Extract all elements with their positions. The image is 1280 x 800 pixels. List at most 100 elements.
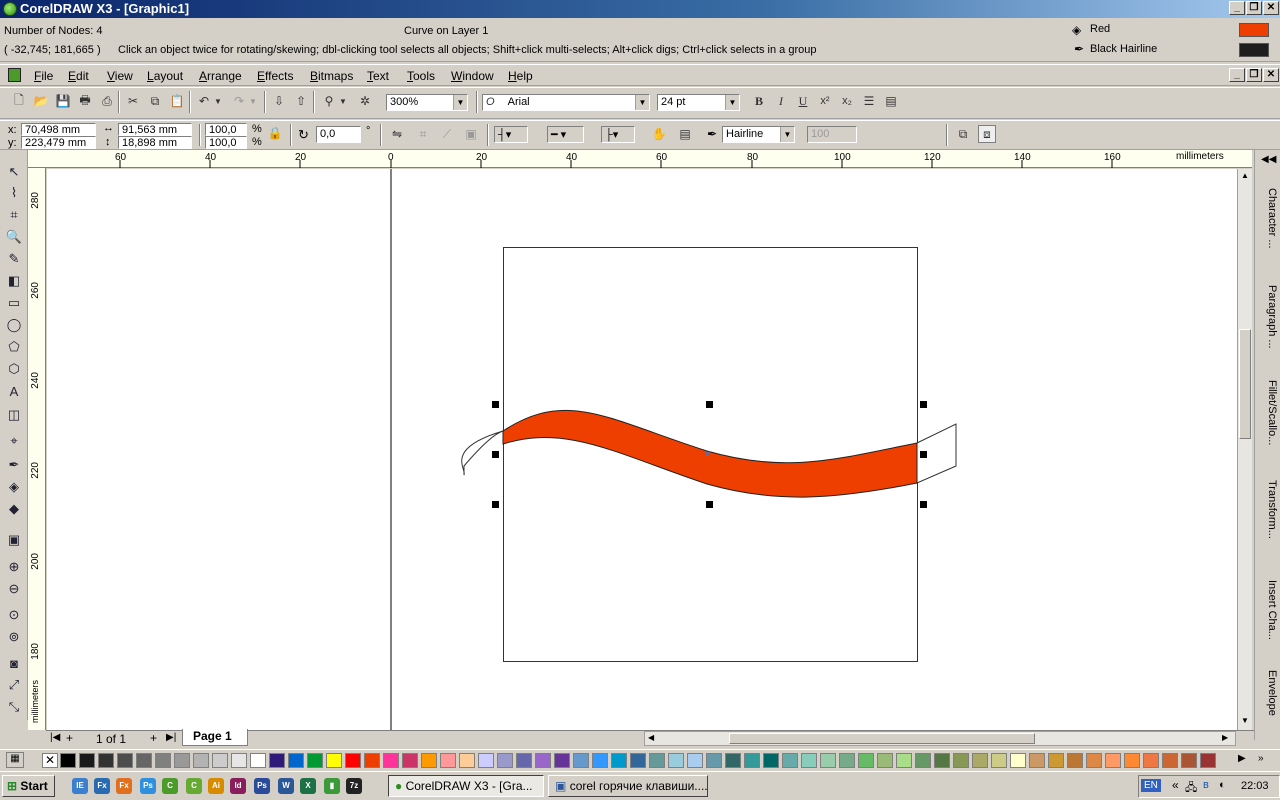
menu-view[interactable]: View (107, 69, 133, 83)
scroll-right-icon[interactable]: ▶ (1222, 733, 1228, 742)
paste-icon[interactable]: 📋 (168, 92, 186, 110)
palette-swatch[interactable] (1162, 753, 1178, 768)
zoom-page-icon[interactable]: ◙ (4, 653, 24, 673)
palette-swatch[interactable] (497, 753, 513, 768)
palette-swatch[interactable] (1124, 753, 1140, 768)
zoom-tool-icon[interactable]: 🔍 (4, 227, 24, 247)
network-icon[interactable]: 🖧 (1185, 779, 1197, 798)
redo-dropdown-icon[interactable]: ▼ (248, 92, 258, 110)
start-button[interactable]: ⊞ Start (2, 775, 55, 797)
chevron-down-icon[interactable]: ▼ (453, 95, 467, 110)
palette-expand-icon[interactable]: » (1258, 753, 1264, 764)
palette-menu-icon[interactable]: ▦ (6, 752, 24, 768)
scroll-thumb[interactable] (1239, 329, 1251, 439)
vertical-scrollbar[interactable]: ▲ ▼ (1237, 169, 1252, 730)
docker-tab-envelope[interactable]: Envelope (1258, 670, 1278, 716)
7zip-icon[interactable]: 7z (346, 778, 362, 794)
save-icon[interactable]: 💾 (54, 92, 72, 110)
menu-help[interactable]: Help (508, 69, 533, 83)
indesign-icon[interactable]: Id (230, 778, 246, 794)
palette-swatch[interactable] (554, 753, 570, 768)
chevron-down-icon[interactable]: ▼ (635, 95, 649, 110)
smart-fill-icon[interactable]: ◧ (4, 271, 24, 291)
rectangle-tool-icon[interactable]: ▭ (4, 293, 24, 313)
text-tool-icon[interactable]: A (4, 381, 24, 401)
basic-shapes-icon[interactable]: ⬡ (4, 359, 24, 379)
palette-swatch[interactable] (649, 753, 665, 768)
application-launcher-icon[interactable]: ⚲ (320, 92, 338, 110)
palette-swatch[interactable] (1048, 753, 1064, 768)
palette-swatch[interactable] (782, 753, 798, 768)
lock-ratio-icon[interactable]: 🔒 (266, 124, 284, 142)
zoom-level-select[interactable]: 300% ▼ (386, 94, 468, 111)
print-icon[interactable]: 🖶 (76, 92, 94, 110)
x-position-input[interactable]: 70,498 mm (21, 123, 96, 136)
palette-swatch[interactable] (1181, 753, 1197, 768)
menu-window[interactable]: Window (451, 69, 494, 83)
to-front-icon[interactable]: ⧉ (954, 125, 972, 143)
palette-swatch[interactable] (1067, 753, 1083, 768)
last-page-icon[interactable]: ▶| (166, 732, 176, 743)
drawing-area[interactable]: × (47, 169, 1237, 730)
export-icon[interactable]: ⇧ (292, 92, 310, 110)
hand-icon[interactable]: ✋ (650, 125, 668, 143)
minimize-button[interactable]: _ (1229, 1, 1245, 15)
palette-swatch[interactable] (972, 753, 988, 768)
language-indicator[interactable]: EN (1141, 779, 1161, 792)
add-page-before-icon[interactable]: + (66, 731, 73, 745)
palette-swatch[interactable] (763, 753, 779, 768)
palette-swatch[interactable] (668, 753, 684, 768)
outline-tool-icon[interactable]: ✒ (4, 455, 24, 475)
palette-swatch[interactable] (98, 753, 114, 768)
node-icon[interactable]: ⌗ (414, 125, 432, 143)
palette-swatch[interactable] (174, 753, 190, 768)
photoshop-icon[interactable]: Ps (254, 778, 270, 794)
palette-swatch[interactable] (801, 753, 817, 768)
zoom-width-icon[interactable]: ⤢ (4, 675, 24, 695)
volume-icon[interactable]: ◐ (1219, 779, 1226, 791)
docker-collapse-icon[interactable]: ◀◀ (1261, 154, 1276, 165)
interactive-blend-icon[interactable]: ◫ (4, 405, 24, 425)
palette-swatch[interactable] (1010, 753, 1026, 768)
palette-swatch[interactable] (820, 753, 836, 768)
copy-icon[interactable]: ⧉ (146, 92, 164, 110)
palette-swatch[interactable] (155, 753, 171, 768)
palette-swatch[interactable] (326, 753, 342, 768)
polygon-tool-icon[interactable]: ⬠ (4, 337, 24, 357)
no-fill-swatch[interactable]: ✕ (42, 753, 58, 768)
undo-dropdown-icon[interactable]: ▼ (213, 92, 223, 110)
menu-text[interactable]: Text (367, 69, 389, 83)
zoom-selected-icon[interactable]: ⊙ (4, 605, 24, 625)
cut-icon[interactable]: ✂ (124, 92, 142, 110)
menu-arrange[interactable]: Arrange (199, 69, 242, 83)
palette-swatch[interactable] (345, 753, 361, 768)
page-tab[interactable]: Page 1 (182, 729, 248, 746)
freehand-tool-icon[interactable]: ✎ (4, 249, 24, 269)
menu-edit[interactable]: Edit (68, 69, 89, 83)
opacity-input[interactable]: 100 (807, 126, 857, 143)
vertical-ruler[interactable]: 280 260 240 220 200 180 millimeters (28, 168, 46, 730)
text-format-icon[interactable]: ▤ (882, 92, 900, 110)
palette-swatch[interactable] (193, 753, 209, 768)
palette-swatch[interactable] (744, 753, 760, 768)
font-family-select[interactable]: O Arial ▼ (482, 94, 650, 111)
palette-swatch[interactable] (630, 753, 646, 768)
scroll-up-icon[interactable]: ▲ (1238, 169, 1252, 183)
horizontal-scrollbar[interactable]: ◀ ▶ (644, 731, 1236, 746)
menu-bitmaps[interactable]: Bitmaps (310, 69, 353, 83)
docker-tab-transform[interactable]: Transform... (1258, 480, 1278, 539)
zoom-all-icon[interactable]: ⊚ (4, 627, 24, 647)
illustrator-icon[interactable]: Ai (208, 778, 224, 794)
to-back-icon[interactable]: ⧈ (978, 125, 996, 143)
palette-swatch[interactable] (269, 753, 285, 768)
palette-swatch[interactable] (1086, 753, 1102, 768)
first-page-icon[interactable]: |◀ (50, 732, 60, 743)
palette-swatch[interactable] (896, 753, 912, 768)
start-arrowhead-select[interactable]: ┤▾ (494, 126, 528, 143)
ellipse-tool-icon[interactable]: ◯ (4, 315, 24, 335)
align-justify-icon[interactable]: ☰ (860, 92, 878, 110)
palette-swatch[interactable] (934, 753, 950, 768)
palette-swatch[interactable] (288, 753, 304, 768)
bluetooth-icon[interactable]: ʙ (1203, 779, 1209, 791)
outline-width-select[interactable]: Hairline ▼ (722, 126, 795, 143)
